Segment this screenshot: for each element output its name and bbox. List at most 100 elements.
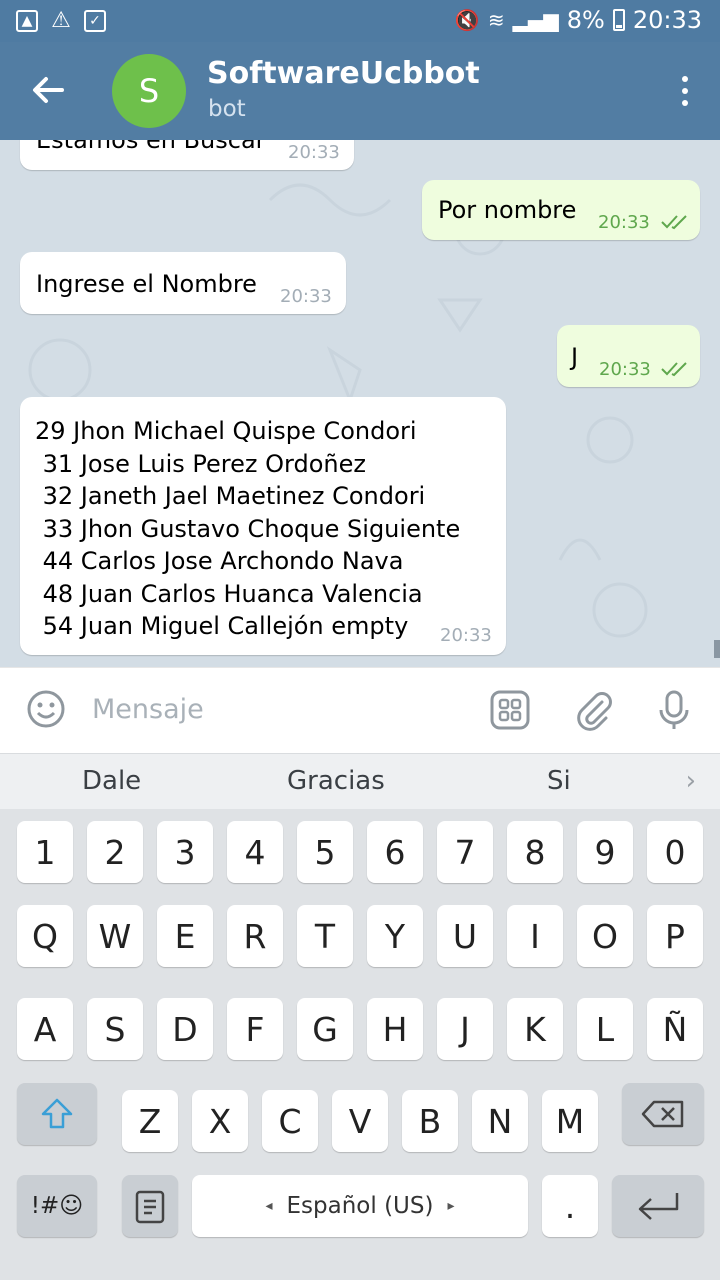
key-8[interactable]: 8 — [507, 821, 563, 883]
outgoing-message: J 20:33 — [557, 325, 700, 387]
outgoing-message: Por nombre 20:33 — [422, 180, 700, 240]
status-bar: ▲ ⚠ ✓ 🔇 ≋ ▂▄▆ 8% 20:33 — [0, 0, 720, 42]
message-composer: Mensaje — [0, 667, 720, 753]
key-t[interactable]: T — [297, 905, 353, 967]
clipboard-icon — [135, 1190, 165, 1224]
backspace-key[interactable] — [622, 1083, 704, 1145]
suggestion-item[interactable]: Gracias — [287, 766, 385, 796]
key-l[interactable]: L — [577, 998, 633, 1060]
key-4[interactable]: 4 — [227, 821, 283, 883]
chat-message-list[interactable]: Estamos en Buscar 20:33 Por nombre 20:33… — [0, 140, 720, 667]
on-screen-keyboard: 1 2 3 4 5 6 7 8 9 0 Q W E R T Y U I O P … — [0, 809, 720, 1280]
message-time: 20:33 — [599, 359, 651, 380]
system-indicators: 🔇 ≋ ▂▄▆ 8% 20:33 — [455, 6, 702, 34]
chat-subtitle: bot — [208, 96, 246, 122]
shift-arrow-icon — [41, 1098, 73, 1129]
key-r[interactable]: R — [227, 905, 283, 967]
notification-icons: ▲ ⚠ ✓ — [16, 10, 106, 32]
keyboard-suggestion-bar: Dale Gracias Si › — [0, 753, 720, 809]
message-text: Por nombre — [438, 196, 577, 224]
language-right-icon: ▸ — [447, 1198, 455, 1214]
language-left-icon: ◂ — [265, 1198, 273, 1214]
key-enye[interactable]: Ñ — [647, 998, 703, 1060]
battery-percent: 8% — [566, 6, 605, 34]
enter-key[interactable] — [612, 1175, 704, 1237]
read-checkmarks-icon — [661, 362, 687, 377]
bot-keyboard-icon[interactable] — [488, 688, 532, 732]
chat-header: S SoftwareUcbbot bot — [0, 42, 720, 140]
key-9[interactable]: 9 — [577, 821, 633, 883]
chat-scrollbar[interactable] — [714, 640, 720, 658]
key-f[interactable]: F — [227, 998, 283, 1060]
key-z[interactable]: Z — [122, 1090, 178, 1152]
message-time: 20:33 — [280, 286, 332, 307]
key-6[interactable]: 6 — [367, 821, 423, 883]
message-text: Estamos en Buscar — [36, 140, 266, 154]
key-i[interactable]: I — [507, 905, 563, 967]
status-time: 20:33 — [632, 6, 702, 34]
key-2[interactable]: 2 — [87, 821, 143, 883]
clipboard-key[interactable] — [122, 1175, 178, 1237]
key-a[interactable]: A — [17, 998, 73, 1060]
key-o[interactable]: O — [577, 905, 633, 967]
key-k[interactable]: K — [507, 998, 563, 1060]
backspace-icon — [641, 1100, 684, 1128]
key-m[interactable]: M — [542, 1090, 598, 1152]
warning-notification-icon: ⚠ — [51, 8, 71, 33]
key-c[interactable]: C — [262, 1090, 318, 1152]
key-5[interactable]: 5 — [297, 821, 353, 883]
message-text: Ingrese el Nombre — [36, 270, 257, 298]
space-key[interactable]: ◂ Español (US) ▸ — [192, 1175, 528, 1237]
key-w[interactable]: W — [87, 905, 143, 967]
incoming-message: 29 Jhon Michael Quispe Condori 31 Jose L… — [20, 397, 506, 655]
message-time: 20:33 — [440, 625, 492, 646]
key-1[interactable]: 1 — [17, 821, 73, 883]
key-v[interactable]: V — [332, 1090, 388, 1152]
image-notification-icon: ▲ — [16, 10, 38, 32]
key-y[interactable]: Y — [367, 905, 423, 967]
shift-key[interactable] — [17, 1083, 97, 1145]
incoming-message: Estamos en Buscar 20:33 — [20, 140, 354, 170]
suggestion-item[interactable]: Si — [547, 766, 571, 796]
emoji-icon[interactable] — [26, 689, 66, 729]
mute-icon: 🔇 — [454, 8, 480, 32]
key-x[interactable]: X — [192, 1090, 248, 1152]
suggestion-item[interactable]: Dale — [82, 766, 141, 796]
avatar[interactable]: S — [112, 54, 186, 128]
key-g[interactable]: G — [297, 998, 353, 1060]
incoming-message: Ingrese el Nombre 20:33 — [20, 252, 346, 314]
message-text: 29 Jhon Michael Quispe Condori 31 Jose L… — [35, 417, 461, 640]
symbols-key[interactable]: !#☺ — [17, 1175, 97, 1237]
checklist-notification-icon: ✓ — [84, 10, 106, 32]
chat-title[interactable]: SoftwareUcbbot — [207, 56, 480, 91]
read-checkmarks-icon — [661, 215, 687, 230]
key-d[interactable]: D — [157, 998, 213, 1060]
period-key[interactable]: . — [542, 1175, 598, 1237]
key-3[interactable]: 3 — [157, 821, 213, 883]
space-key-label: Español (US) — [286, 1193, 434, 1219]
key-e[interactable]: E — [157, 905, 213, 967]
signal-icon: ▂▄▆ — [512, 8, 559, 32]
message-input[interactable]: Mensaje — [92, 694, 204, 725]
key-p[interactable]: P — [647, 905, 703, 967]
key-b[interactable]: B — [402, 1090, 458, 1152]
key-s[interactable]: S — [87, 998, 143, 1060]
more-options-icon[interactable] — [680, 76, 690, 106]
enter-icon — [638, 1193, 679, 1220]
chevron-right-icon[interactable]: › — [686, 766, 696, 796]
key-u[interactable]: U — [437, 905, 493, 967]
battery-icon — [612, 9, 625, 31]
attach-icon[interactable] — [572, 688, 616, 732]
back-arrow-icon[interactable] — [26, 68, 70, 112]
key-j[interactable]: J — [437, 998, 493, 1060]
key-n[interactable]: N — [472, 1090, 528, 1152]
key-0[interactable]: 0 — [647, 821, 703, 883]
message-time: 20:33 — [288, 142, 340, 163]
message-time: 20:33 — [598, 212, 650, 233]
key-q[interactable]: Q — [17, 905, 73, 967]
wifi-icon: ≋ — [487, 8, 505, 32]
key-h[interactable]: H — [367, 998, 423, 1060]
key-7[interactable]: 7 — [437, 821, 493, 883]
message-text: J — [571, 343, 579, 371]
microphone-icon[interactable] — [652, 688, 696, 732]
